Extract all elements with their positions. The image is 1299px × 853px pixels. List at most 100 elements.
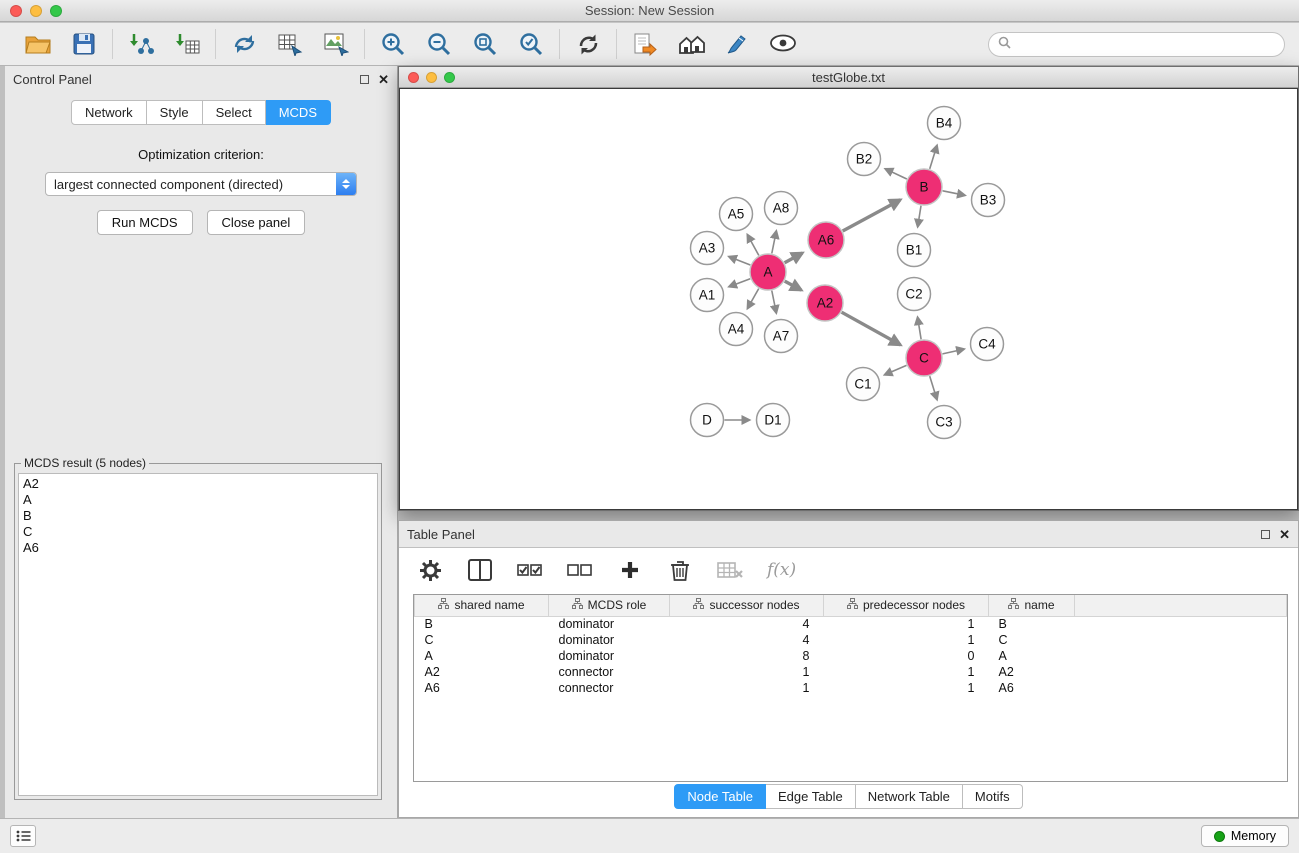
table-cell[interactable]: connector (549, 664, 670, 680)
edge-A-A1[interactable] (729, 279, 750, 287)
node-D1[interactable]: D1 (757, 404, 790, 437)
criterion-dropdown[interactable]: largest connected component (directed) (45, 172, 357, 196)
table-cell[interactable]: 8 (670, 648, 824, 664)
new-network-icon[interactable] (230, 30, 258, 58)
edge-C-C3[interactable] (930, 376, 937, 400)
node-A4[interactable]: A4 (720, 313, 753, 346)
node-C2[interactable]: C2 (898, 278, 931, 311)
delete-column-icon[interactable] (717, 557, 743, 583)
search-field[interactable] (988, 32, 1285, 57)
edge-B-B2[interactable] (885, 169, 907, 179)
import-table-icon[interactable] (173, 30, 201, 58)
tab-node-table[interactable]: Node Table (674, 784, 766, 809)
edge-A-A2[interactable] (785, 281, 802, 290)
node-C4[interactable]: C4 (971, 328, 1004, 361)
node-A5[interactable]: A5 (720, 198, 753, 231)
node-B2[interactable]: B2 (848, 143, 881, 176)
network-zoom-button[interactable] (444, 72, 455, 83)
copy-view-icon[interactable] (631, 30, 659, 58)
node-A7[interactable]: A7 (765, 320, 798, 353)
node-B3[interactable]: B3 (972, 184, 1005, 217)
delete-row-icon[interactable] (667, 557, 693, 583)
refresh-icon[interactable] (574, 30, 602, 58)
column-header[interactable]: successor nodes (670, 595, 824, 616)
table-row[interactable]: Adominator80A (415, 648, 1287, 664)
table-cell[interactable]: 1 (824, 616, 989, 632)
table-cell[interactable]: 1 (824, 632, 989, 648)
import-network-icon[interactable] (127, 30, 155, 58)
export-table-icon[interactable] (276, 30, 304, 58)
table-cell[interactable]: 4 (670, 632, 824, 648)
mcds-result-item[interactable]: A (23, 492, 373, 508)
tab-select[interactable]: Select (203, 100, 266, 125)
window-controls[interactable] (10, 5, 62, 17)
node-C[interactable]: C (906, 340, 942, 376)
node-A2[interactable]: A2 (807, 285, 843, 321)
network-close-button[interactable] (408, 72, 419, 83)
node-A[interactable]: A (750, 254, 786, 290)
node-D[interactable]: D (691, 404, 724, 437)
minimize-window-button[interactable] (30, 5, 42, 17)
export-image-icon[interactable] (322, 30, 350, 58)
edge-C-C1[interactable] (885, 365, 907, 374)
table-cell[interactable]: C (415, 632, 549, 648)
edge-A-A3[interactable] (729, 257, 750, 265)
tab-network-table[interactable]: Network Table (856, 784, 963, 809)
tab-motifs[interactable]: Motifs (963, 784, 1023, 809)
node-B[interactable]: B (906, 169, 942, 205)
mcds-result-item[interactable]: C (23, 524, 373, 540)
mcds-result-list[interactable]: A2ABCA6 (18, 473, 378, 796)
home-icon[interactable] (677, 30, 705, 58)
node-C1[interactable]: C1 (847, 368, 880, 401)
edge-A-A4[interactable] (748, 289, 759, 309)
table-header-row[interactable]: shared nameMCDS rolesuccessor nodesprede… (415, 595, 1287, 616)
tab-mcds[interactable]: MCDS (266, 100, 331, 125)
deselect-all-icon[interactable] (567, 557, 593, 583)
tab-style[interactable]: Style (147, 100, 203, 125)
edge-B-B3[interactable] (943, 191, 965, 196)
column-header[interactable]: name (989, 595, 1075, 616)
table-cell[interactable]: dominator (549, 648, 670, 664)
zoom-selected-icon[interactable] (517, 30, 545, 58)
table-row[interactable]: A2connector11A2 (415, 664, 1287, 680)
edge-A-A6[interactable] (785, 253, 803, 263)
column-header[interactable]: MCDS role (549, 595, 670, 616)
node-A8[interactable]: A8 (765, 192, 798, 225)
eye-icon[interactable] (769, 30, 797, 58)
table-row[interactable]: A6connector11A6 (415, 680, 1287, 696)
open-session-icon[interactable] (24, 30, 52, 58)
edge-B-B4[interactable] (930, 145, 937, 169)
node-B4[interactable]: B4 (928, 107, 961, 140)
select-all-icon[interactable] (517, 557, 543, 583)
network-window-titlebar[interactable]: testGlobe.txt (399, 67, 1298, 88)
add-row-icon[interactable] (617, 557, 643, 583)
save-session-icon[interactable] (70, 30, 98, 58)
edge-A6-B[interactable] (843, 200, 901, 231)
edge-C-C2[interactable] (918, 317, 922, 339)
table-row[interactable]: Bdominator41B (415, 616, 1287, 632)
table-cell[interactable]: A6 (989, 680, 1075, 696)
table-cell[interactable]: B (989, 616, 1075, 632)
edge-A-A8[interactable] (772, 231, 777, 253)
memory-button[interactable]: Memory (1201, 825, 1289, 847)
edge-A-A7[interactable] (772, 291, 777, 313)
edge-A2-C[interactable] (842, 312, 901, 345)
table-body[interactable]: Bdominator41BCdominator41CAdominator80AA… (415, 616, 1287, 696)
close-panel-icon[interactable]: ✕ (378, 73, 389, 86)
node-A6[interactable]: A6 (808, 222, 844, 258)
zoom-fit-icon[interactable] (471, 30, 499, 58)
table-cell[interactable]: 0 (824, 648, 989, 664)
function-builder-icon[interactable]: f(x) (767, 560, 796, 580)
node-A1[interactable]: A1 (691, 279, 724, 312)
table-cell[interactable]: A2 (989, 664, 1075, 680)
table-cell[interactable]: 4 (670, 616, 824, 632)
zoom-window-button[interactable] (50, 5, 62, 17)
table-row[interactable]: Cdominator41C (415, 632, 1287, 648)
node-B1[interactable]: B1 (898, 234, 931, 267)
show-columns-icon[interactable] (467, 557, 493, 583)
task-history-icon[interactable] (10, 825, 36, 847)
edge-B-B1[interactable] (918, 206, 921, 227)
network-view[interactable]: B4B2BB3A5A8A6A3B1AC2A1A2A4A7C4CC1DD1C3 (399, 88, 1298, 510)
table-cell[interactable]: 1 (824, 664, 989, 680)
node-table[interactable]: shared nameMCDS rolesuccessor nodesprede… (413, 594, 1288, 782)
